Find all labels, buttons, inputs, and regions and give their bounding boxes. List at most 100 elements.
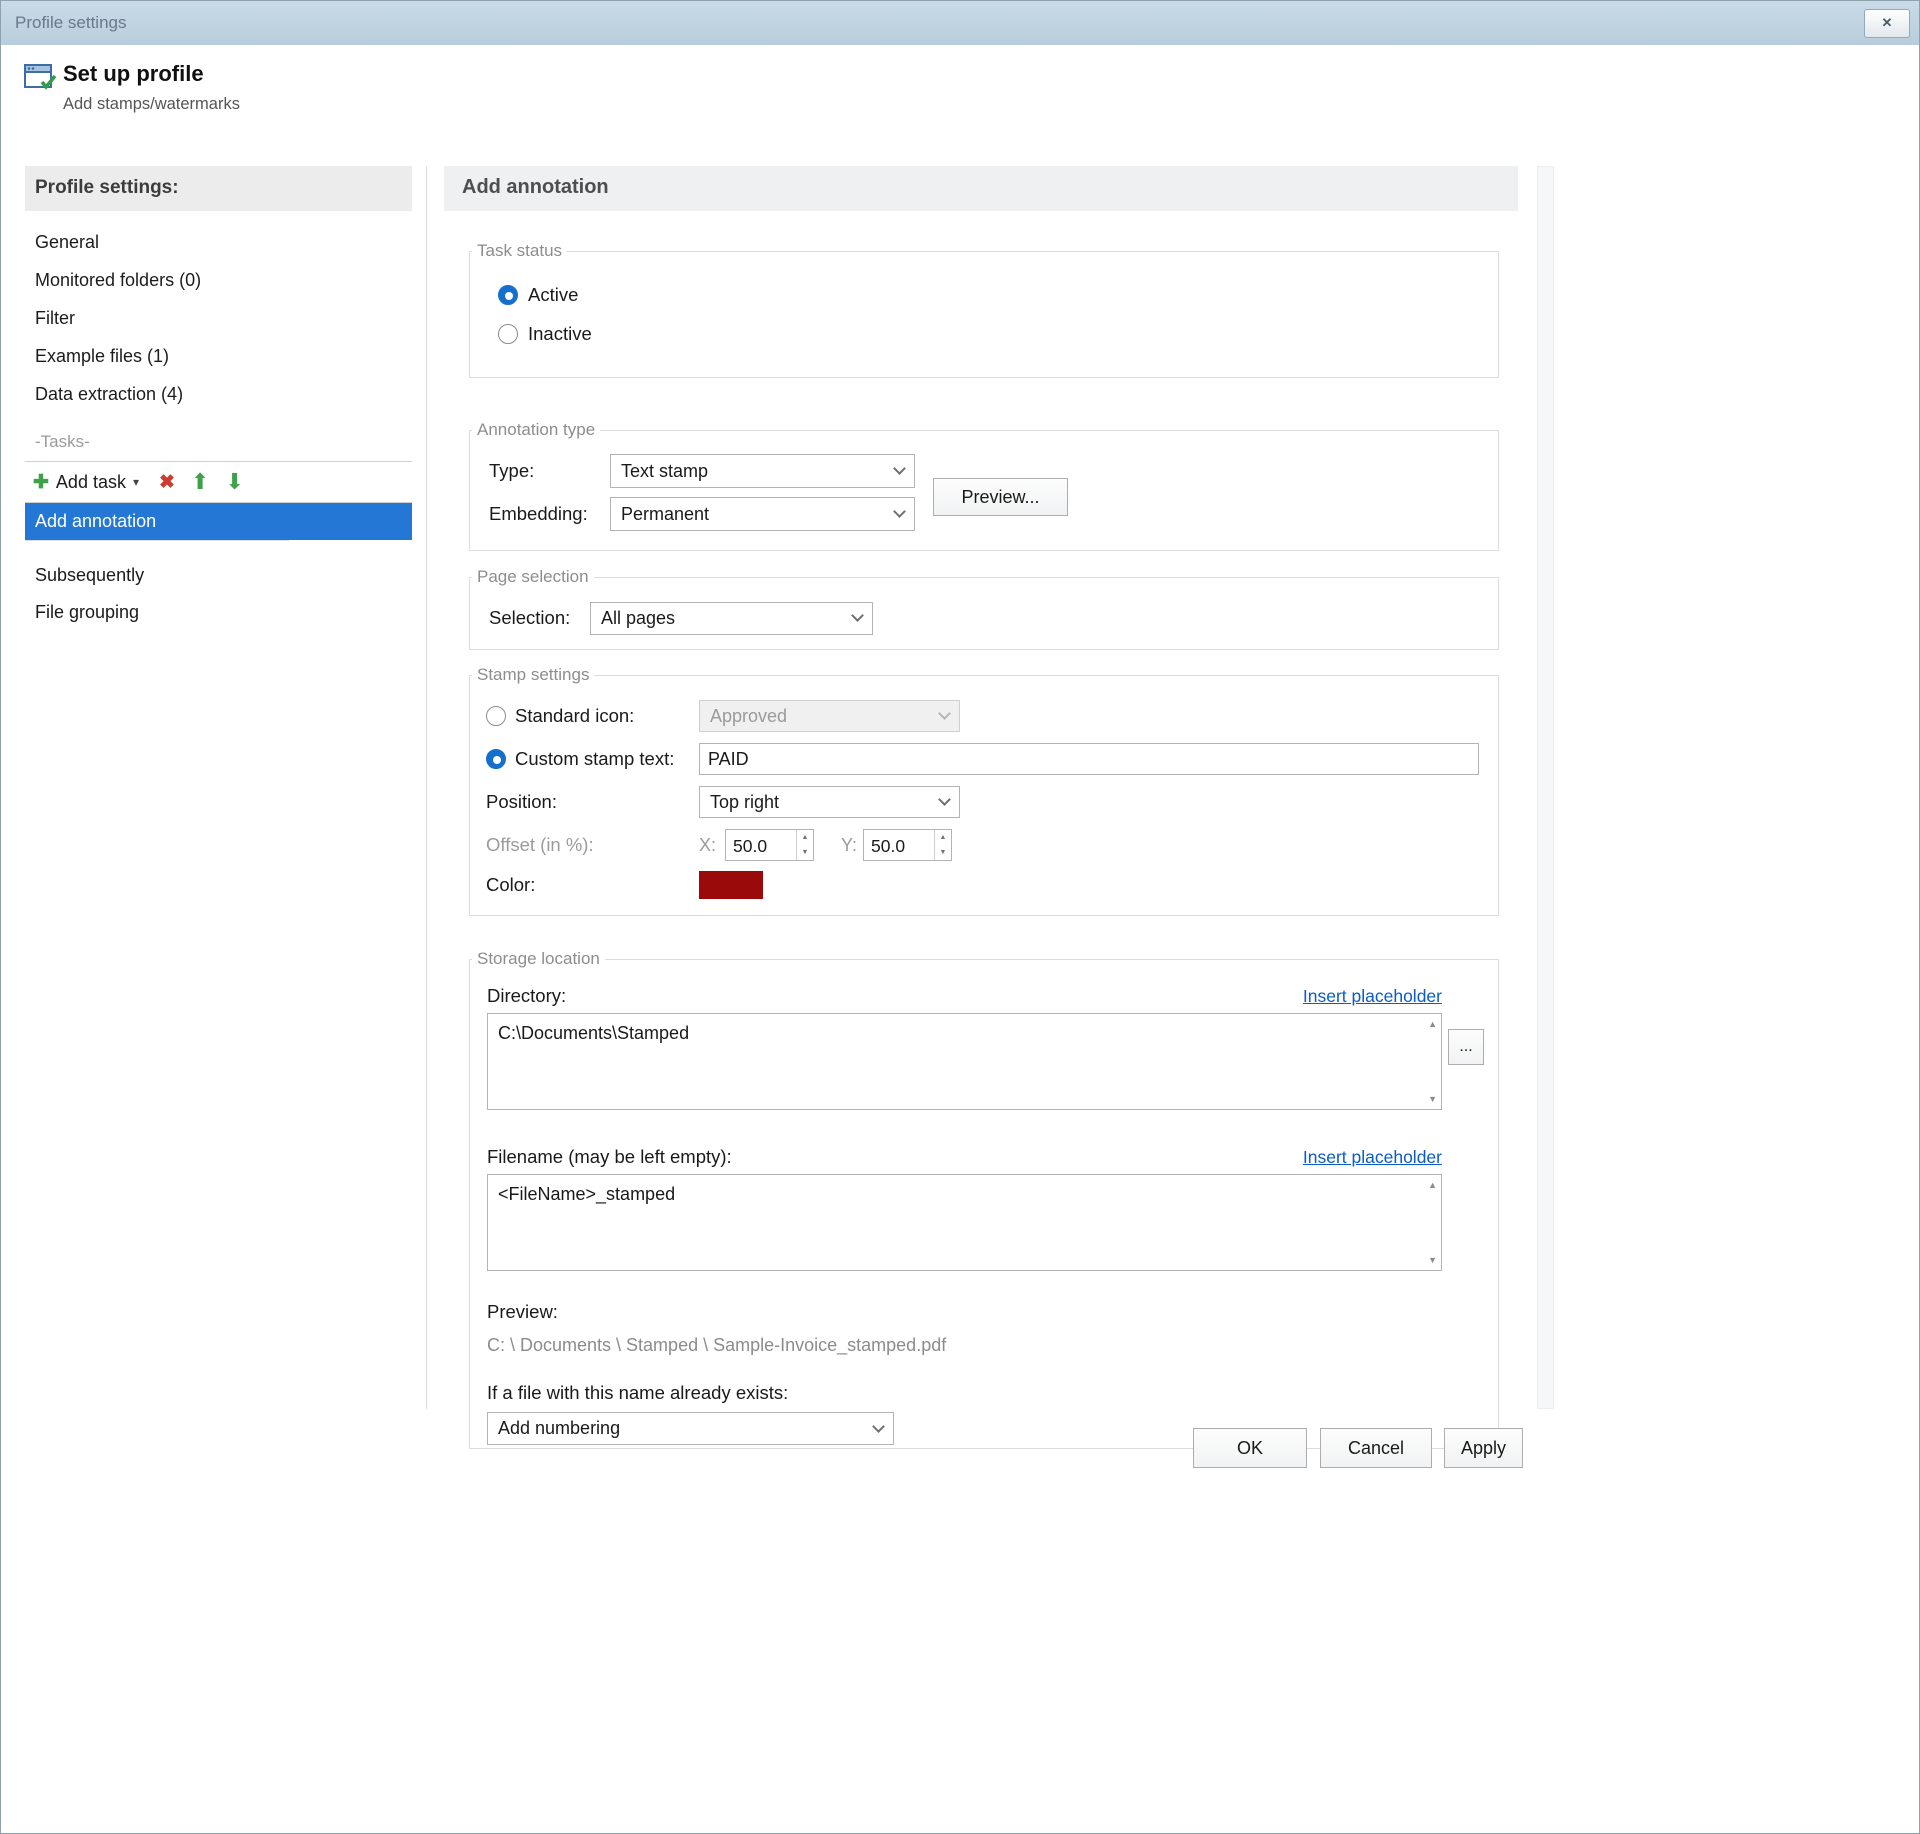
browse-directory-button[interactable]: ... <box>1448 1029 1484 1065</box>
standard-icon-value: Approved <box>710 706 940 727</box>
directory-textarea[interactable]: C:\Documents\Stamped ▲ ▼ <box>487 1013 1442 1110</box>
chevron-down-icon <box>938 707 951 720</box>
ok-button[interactable]: OK <box>1193 1428 1307 1468</box>
preview-button[interactable]: Preview... <box>933 478 1068 516</box>
radio-active-label: Active <box>528 284 578 306</box>
cancel-button[interactable]: Cancel <box>1320 1428 1432 1468</box>
panel-title: Add annotation <box>444 166 1518 211</box>
profile-settings-dialog: Profile settings ✕ Set up profile Add st… <box>0 0 1920 1834</box>
chevron-down-icon <box>938 793 951 806</box>
apply-button[interactable]: Apply <box>1444 1428 1523 1468</box>
radio-custom-stamp-text[interactable]: Custom stamp text: <box>486 748 699 770</box>
scroll-down-icon[interactable]: ▼ <box>1428 1094 1437 1104</box>
task-item-add-annotation[interactable]: Add annotation <box>25 503 412 540</box>
scroll-up-icon[interactable]: ▲ <box>1428 1180 1437 1190</box>
sidebar-header: Profile settings: <box>25 166 412 211</box>
chevron-down-icon <box>872 1420 885 1433</box>
page-subtitle: Add stamps/watermarks <box>63 95 240 114</box>
position-select-value: Top right <box>710 792 940 813</box>
x-offset-spinner[interactable]: 50.0 ▲ ▼ <box>725 829 814 861</box>
delete-task-button[interactable]: ✖ <box>159 471 175 494</box>
sidebar-item-general[interactable]: General <box>25 223 412 261</box>
radio-unchecked-icon <box>486 706 506 726</box>
preview-path: C: \ Documents \ Stamped \ Sample-Invoic… <box>487 1335 1498 1356</box>
annotation-type-legend: Annotation type <box>472 420 600 440</box>
file-exists-select[interactable]: Add numbering <box>487 1412 894 1445</box>
vertical-scrollbar[interactable] <box>1537 166 1554 1409</box>
radio-inactive[interactable]: Inactive <box>498 314 592 353</box>
custom-stamp-text-input[interactable] <box>699 743 1479 775</box>
main-panel: Add annotation Task status Active Inacti… <box>444 166 1518 1449</box>
file-exists-value: Add numbering <box>498 1418 874 1439</box>
insert-placeholder-link-filename[interactable]: Insert placeholder <box>1303 1147 1442 1168</box>
task-toolbar: ✚ Add task ▾ ✖ ⬆ ⬇ <box>25 461 412 503</box>
chevron-down-icon <box>893 462 906 475</box>
file-exists-label: If a file with this name already exists: <box>487 1382 1498 1404</box>
embedding-label: Embedding: <box>489 503 610 525</box>
page-selection-select[interactable]: All pages <box>590 602 873 635</box>
stamp-settings-legend: Stamp settings <box>472 665 594 685</box>
x-offset-value: 50.0 <box>726 830 796 860</box>
add-task-button[interactable]: ✚ Add task ▾ <box>33 471 139 494</box>
y-offset-value: 50.0 <box>864 830 934 860</box>
embedding-select-value: Permanent <box>621 504 895 525</box>
spinner-up-button[interactable]: ▲ <box>935 830 951 845</box>
standard-icon-select: Approved <box>699 700 960 732</box>
preview-label: Preview: <box>487 1301 1498 1323</box>
spinner-up-button[interactable]: ▲ <box>797 830 813 845</box>
move-task-up-button[interactable]: ⬆ <box>191 469 209 495</box>
task-item-file-grouping[interactable]: File grouping <box>25 594 412 631</box>
sidebar: Profile settings: General Monitored fold… <box>25 166 412 631</box>
radio-checked-icon <box>498 285 518 305</box>
x-label: X: <box>699 835 725 856</box>
radio-inactive-label: Inactive <box>528 323 592 345</box>
radio-standard-icon[interactable]: Standard icon: <box>486 705 699 727</box>
selection-label: Selection: <box>489 607 590 629</box>
spinner-down-button[interactable]: ▼ <box>797 845 813 860</box>
sidebar-item-filter[interactable]: Filter <box>25 299 412 337</box>
task-status-legend: Task status <box>472 241 567 261</box>
sidebar-list: General Monitored folders (0) Filter Exa… <box>25 223 412 413</box>
radio-checked-icon <box>486 749 506 769</box>
page-selection-group: Page selection Selection: All pages <box>469 567 1499 650</box>
sidebar-item-monitored-folders[interactable]: Monitored folders (0) <box>25 261 412 299</box>
dialog-header: Set up profile Add stamps/watermarks <box>1 45 1919 146</box>
scroll-down-icon[interactable]: ▼ <box>1428 1255 1437 1265</box>
insert-placeholder-link-directory[interactable]: Insert placeholder <box>1303 986 1442 1007</box>
move-task-down-button[interactable]: ⬇ <box>225 469 243 495</box>
offset-label: Offset (in %): <box>486 834 594 856</box>
y-offset-spinner[interactable]: 50.0 ▲ ▼ <box>863 829 952 861</box>
custom-stamp-text-label: Custom stamp text: <box>515 748 674 770</box>
radio-active[interactable]: Active <box>498 275 578 314</box>
caret-down-icon: ▾ <box>133 475 139 489</box>
type-label: Type: <box>489 460 610 482</box>
directory-label: Directory: <box>487 985 566 1007</box>
scroll-up-icon[interactable]: ▲ <box>1428 1019 1437 1029</box>
filename-value: <FileName>_stamped <box>498 1184 675 1204</box>
task-status-group: Task status Active Inactive <box>469 241 1499 378</box>
titlebar[interactable]: Profile settings ✕ <box>1 1 1919 45</box>
spinner-down-button[interactable]: ▼ <box>935 845 951 860</box>
window-title: Profile settings <box>15 13 127 33</box>
position-select[interactable]: Top right <box>699 786 960 818</box>
sidebar-item-data-extraction[interactable]: Data extraction (4) <box>25 375 412 413</box>
embedding-select[interactable]: Permanent <box>610 497 915 531</box>
profile-icon <box>23 62 57 97</box>
color-swatch[interactable] <box>699 871 763 899</box>
storage-location-group: Storage location Directory: Insert place… <box>469 949 1499 1449</box>
page-selection-value: All pages <box>601 608 853 629</box>
storage-location-legend: Storage location <box>472 949 605 969</box>
filename-textarea[interactable]: <FileName>_stamped ▲ ▼ <box>487 1174 1442 1271</box>
y-label: Y: <box>841 835 863 856</box>
task-item-subsequently[interactable]: Subsequently <box>25 557 412 594</box>
page-selection-legend: Page selection <box>472 567 594 587</box>
sidebar-item-example-files[interactable]: Example files (1) <box>25 337 412 375</box>
add-task-label: Add task <box>56 472 126 493</box>
stamp-settings-group: Stamp settings Standard icon: Approved <box>469 665 1499 916</box>
plus-icon: ✚ <box>33 471 49 494</box>
page-title: Set up profile <box>63 61 204 87</box>
radio-unchecked-icon <box>498 324 518 344</box>
close-button[interactable]: ✕ <box>1864 9 1910 38</box>
type-select[interactable]: Text stamp <box>610 454 915 488</box>
standard-icon-label: Standard icon: <box>515 705 634 727</box>
